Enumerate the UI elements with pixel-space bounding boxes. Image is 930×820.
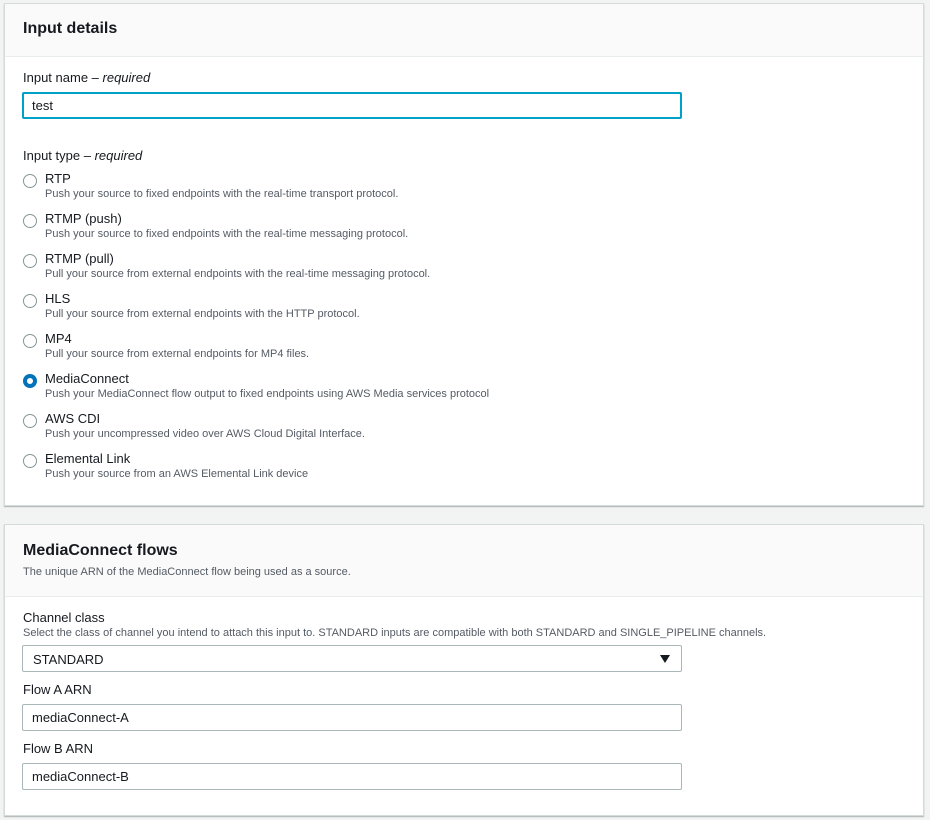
radio-option-mediaconnect[interactable]: MediaConnect Push your MediaConnect flow… bbox=[23, 370, 903, 406]
radio-button[interactable] bbox=[23, 214, 37, 228]
input-type-label: Input type – required bbox=[23, 148, 143, 163]
radio-button[interactable] bbox=[23, 334, 37, 348]
radio-label: MediaConnect bbox=[45, 371, 129, 386]
radio-option-rtmp-pull[interactable]: RTMP (pull) Pull your source from extern… bbox=[23, 250, 903, 286]
radio-description: Push your source to fixed endpoints with… bbox=[45, 188, 399, 200]
radio-option-rtmp-push[interactable]: RTMP (push) Push your source to fixed en… bbox=[23, 210, 903, 246]
flow-a-label: Flow A ARN bbox=[23, 682, 92, 697]
input-name-label: Input name – required bbox=[23, 70, 151, 85]
radio-label: Elemental Link bbox=[45, 451, 131, 466]
radio-option-aws-cdi[interactable]: AWS CDI Push your uncompressed video ove… bbox=[23, 410, 903, 446]
channel-class-hint: Select the class of channel you intend t… bbox=[23, 627, 767, 639]
radio-button[interactable] bbox=[23, 454, 37, 468]
caret-down-icon bbox=[660, 655, 670, 663]
radio-label: HLS bbox=[45, 291, 71, 306]
radio-label: MP4 bbox=[45, 331, 72, 346]
input-name-field[interactable]: test bbox=[22, 92, 682, 119]
radio-label: RTMP (push) bbox=[45, 211, 122, 226]
radio-description: Pull your source from external endpoints… bbox=[45, 348, 310, 360]
radio-button-selected[interactable] bbox=[23, 374, 37, 388]
radio-label: RTMP (pull) bbox=[45, 251, 114, 266]
input-details-title: Input details bbox=[23, 20, 118, 37]
radio-button[interactable] bbox=[23, 254, 37, 268]
channel-class-label: Channel class bbox=[23, 610, 105, 625]
radio-option-elemental-link[interactable]: Elemental Link Push your source from an … bbox=[23, 450, 903, 486]
mediaconnect-header: MediaConnect flows The unique ARN of the… bbox=[5, 525, 923, 597]
mediaconnect-description: The unique ARN of the MediaConnect flow … bbox=[23, 566, 351, 578]
flow-b-input[interactable]: mediaConnect-B bbox=[22, 763, 682, 790]
mediaconnect-title: MediaConnect flows bbox=[23, 542, 178, 559]
radio-option-rtp[interactable]: RTP Push your source to fixed endpoints … bbox=[23, 170, 903, 206]
radio-button[interactable] bbox=[23, 414, 37, 428]
radio-label: AWS CDI bbox=[45, 411, 101, 426]
input-details-header: Input details bbox=[5, 4, 923, 57]
channel-class-value: STANDARD bbox=[33, 652, 104, 667]
radio-option-mp4[interactable]: MP4 Pull your source from external endpo… bbox=[23, 330, 903, 366]
radio-description: Pull your source from external endpoints… bbox=[45, 308, 360, 320]
radio-description: Pull your source from external endpoints… bbox=[45, 268, 431, 280]
flow-b-label: Flow B ARN bbox=[23, 741, 94, 756]
radio-description: Push your uncompressed video over AWS Cl… bbox=[45, 428, 365, 440]
radio-description: Push your source from an AWS Elemental L… bbox=[45, 468, 309, 480]
input-details-panel: Input details Input name – required test… bbox=[4, 3, 924, 506]
radio-label: RTP bbox=[45, 171, 71, 186]
mediaconnect-flows-panel: MediaConnect flows The unique ARN of the… bbox=[4, 524, 924, 816]
radio-description: Push your MediaConnect flow output to fi… bbox=[45, 388, 490, 400]
radio-option-hls[interactable]: HLS Pull your source from external endpo… bbox=[23, 290, 903, 326]
channel-class-select[interactable]: STANDARD bbox=[22, 645, 682, 672]
radio-button[interactable] bbox=[23, 294, 37, 308]
radio-description: Push your source to fixed endpoints with… bbox=[45, 228, 409, 240]
radio-button[interactable] bbox=[23, 174, 37, 188]
flow-a-input[interactable]: mediaConnect-A bbox=[22, 704, 682, 731]
